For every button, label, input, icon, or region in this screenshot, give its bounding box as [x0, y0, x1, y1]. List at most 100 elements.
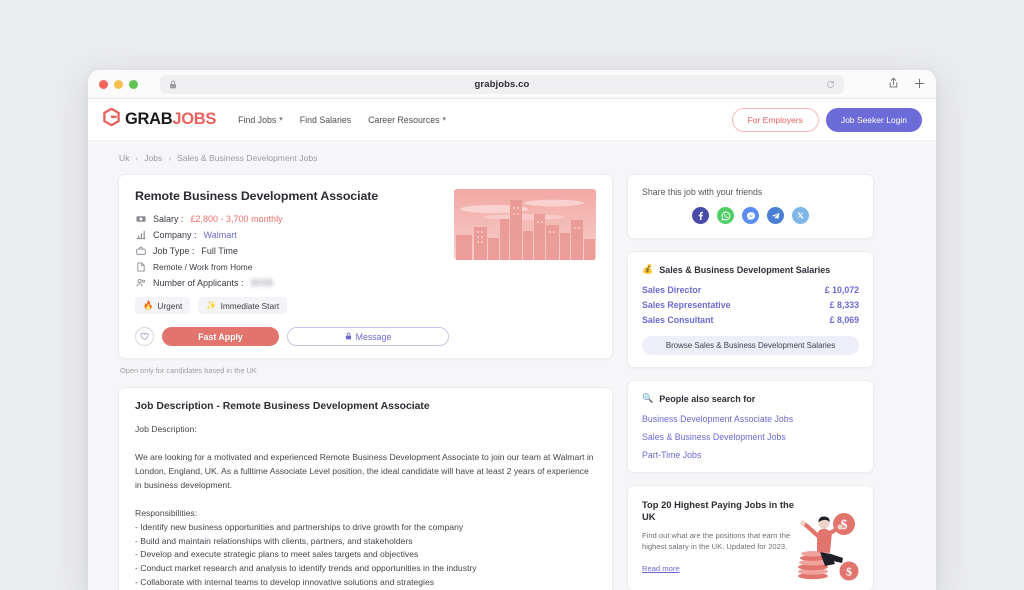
- nav-label: Find Jobs: [238, 114, 277, 125]
- nav-item-career-resources[interactable]: Career Resources ▾: [368, 115, 446, 125]
- job-meta-value: £2,800 - 3,700 monthly: [190, 213, 283, 224]
- promo-card-highest-paying[interactable]: Top 20 Highest Paying Jobs in the UK Fin…: [627, 485, 874, 590]
- responsibilities-label: Responsibilities:: [135, 507, 198, 518]
- chevron-down-icon: ▾: [442, 116, 447, 123]
- save-job-heart-button[interactable]: [135, 327, 154, 346]
- salary-amount: £ 8,069: [829, 315, 859, 325]
- main-column: Remote Business Development Associate Sa…: [118, 174, 613, 590]
- tag-label: Immediate Start: [220, 300, 280, 311]
- job-meta-label: Remote / Work from Home: [153, 261, 253, 272]
- responsibility-item: - Identify new business opportunities an…: [135, 521, 464, 532]
- page-body: Uk › Jobs › Sales & Business Development…: [88, 141, 936, 590]
- breadcrumb-item-uk[interactable]: Uk: [119, 153, 130, 163]
- whatsapp-icon[interactable]: [717, 207, 734, 224]
- salaries-card-title: Sales & Business Development Salaries: [659, 264, 831, 275]
- sidebar-column: Share this job with your friends 💰 Sales…: [627, 174, 874, 590]
- nav-label: Find Salaries: [299, 114, 352, 125]
- salary-role: Sales Director: [642, 285, 702, 295]
- job-description-heading: Job Description - Remote Business Develo…: [135, 401, 430, 412]
- share-icon[interactable]: [888, 76, 899, 94]
- salaries-card-header: 💰 Sales & Business Development Salaries: [642, 264, 859, 275]
- browse-salaries-button[interactable]: Browse Sales & Business Development Sala…: [642, 336, 859, 355]
- responsibility-item: - Conduct market research and analysis t…: [135, 563, 477, 574]
- document-icon: [135, 261, 146, 272]
- promo-title: Top 20 Highest Paying Jobs in the UK: [642, 499, 794, 523]
- breadcrumb-item-category[interactable]: Sales & Business Development Jobs: [177, 153, 317, 163]
- related-search-link[interactable]: Business Development Associate Jobs: [642, 414, 859, 424]
- for-employers-button[interactable]: For Employers: [731, 107, 819, 132]
- responsibility-item: - Build and maintain relationships with …: [135, 535, 413, 546]
- lock-icon: [169, 80, 177, 89]
- url-text: grabjobs.co: [474, 79, 530, 90]
- job-thumbnail-image: [454, 189, 596, 260]
- job-description-card: Job Description - Remote Business Develo…: [118, 387, 613, 590]
- breadcrumb: Uk › Jobs › Sales & Business Development…: [88, 153, 936, 174]
- responsibility-item: - Collaborate with internal teams to dev…: [135, 577, 435, 588]
- responsibility-item: - Develop and execute strategic plans to…: [135, 549, 419, 560]
- salary-role: Sales Consultant: [642, 315, 714, 325]
- browser-window: grabjobs.co GRABJOBS Find Jobs ▾ Find Sa…: [88, 70, 936, 590]
- job-meta-remote: Remote / Work from Home: [135, 261, 596, 272]
- nav-item-find-jobs[interactable]: Find Jobs ▾: [238, 115, 283, 125]
- job-meta-label: Salary :: [153, 213, 184, 224]
- fast-apply-button[interactable]: Fast Apply: [162, 327, 279, 346]
- promo-text: Find out what are the positions that ear…: [642, 531, 791, 552]
- related-search-link[interactable]: Sales & Business Development Jobs: [642, 432, 859, 442]
- sparkle-icon: ✨: [206, 300, 217, 310]
- search-icon: 🔍: [642, 393, 654, 403]
- minimize-window-button[interactable]: [114, 79, 123, 89]
- fire-icon: 🔥: [143, 300, 154, 310]
- people-also-search-card: 🔍 People also search for Business Develo…: [627, 380, 874, 473]
- content-grid: Remote Business Development Associate Sa…: [88, 174, 936, 590]
- breadcrumb-separator: ›: [135, 153, 139, 163]
- related-search-link[interactable]: Part-Time Jobs: [642, 450, 859, 460]
- share-buttons: [642, 207, 859, 226]
- job-meta-label: Number of Applicants :: [153, 277, 244, 288]
- logo-text-grab: GRAB: [125, 110, 173, 128]
- plus-icon[interactable]: [914, 76, 925, 94]
- chevron-down-icon: ▾: [279, 116, 283, 123]
- people-also-search-header: 🔍 People also search for: [642, 393, 859, 404]
- building-icon: [135, 229, 146, 240]
- job-location-disclaimer: Open only for candidates based in the UK: [120, 366, 257, 375]
- message-button-label: Message: [355, 331, 392, 342]
- man-on-coins-illustration: $ $: [787, 506, 865, 584]
- read-more-link[interactable]: Read more: [642, 564, 680, 573]
- related-search-links: Business Development Associate Jobs Sale…: [642, 414, 859, 460]
- header-actions: For Employers Job Seeker Login: [731, 107, 922, 132]
- salary-role: Sales Representative: [642, 300, 731, 310]
- job-seeker-login-button[interactable]: Job Seeker Login: [825, 107, 922, 132]
- messenger-icon[interactable]: [742, 207, 759, 224]
- list-item[interactable]: Sales Consultant £ 8,069: [642, 315, 859, 325]
- lock-small-icon: [345, 332, 352, 342]
- status-badge-urgent: 🔥 Urgent: [135, 297, 191, 314]
- description-responsibilities: Responsibilities: - Identify new busines…: [135, 507, 596, 590]
- svg-text:$: $: [846, 565, 852, 579]
- job-meta-label: Company :: [153, 229, 197, 240]
- message-button[interactable]: Message: [287, 327, 449, 346]
- job-meta-label: Job Type :: [153, 245, 195, 256]
- company-link[interactable]: Walmart: [204, 230, 237, 240]
- job-meta-value: Full Time: [201, 245, 238, 256]
- site-header: GRABJOBS Find Jobs ▾ Find Salaries Caree…: [88, 99, 936, 141]
- telegram-icon[interactable]: [767, 207, 784, 224]
- nav-item-find-salaries[interactable]: Find Salaries: [300, 115, 351, 125]
- reload-icon[interactable]: [826, 80, 835, 89]
- address-bar[interactable]: grabjobs.co: [160, 75, 844, 94]
- breadcrumb-separator: ›: [168, 153, 172, 163]
- salaries-card: 💰 Sales & Business Development Salaries …: [627, 251, 874, 368]
- site-logo[interactable]: GRABJOBS: [103, 106, 216, 132]
- job-action-row: Fast Apply Message: [135, 327, 596, 346]
- tag-label: Urgent: [157, 300, 183, 311]
- facebook-icon[interactable]: [692, 207, 709, 224]
- maximize-window-button[interactable]: [129, 79, 138, 89]
- list-item[interactable]: Sales Director £ 10,072: [642, 285, 859, 295]
- main-navigation: Find Jobs ▾ Find Salaries Career Resourc…: [238, 115, 446, 125]
- list-item[interactable]: Sales Representative £ 8,333: [642, 300, 859, 310]
- breadcrumb-item-jobs[interactable]: Jobs: [144, 153, 162, 163]
- share-card-title: Share this job with your friends: [642, 187, 763, 197]
- x-twitter-icon[interactable]: [792, 207, 809, 224]
- browser-chrome: grabjobs.co: [88, 70, 936, 99]
- close-window-button[interactable]: [99, 79, 108, 89]
- applicant-count-blurred: [250, 279, 273, 286]
